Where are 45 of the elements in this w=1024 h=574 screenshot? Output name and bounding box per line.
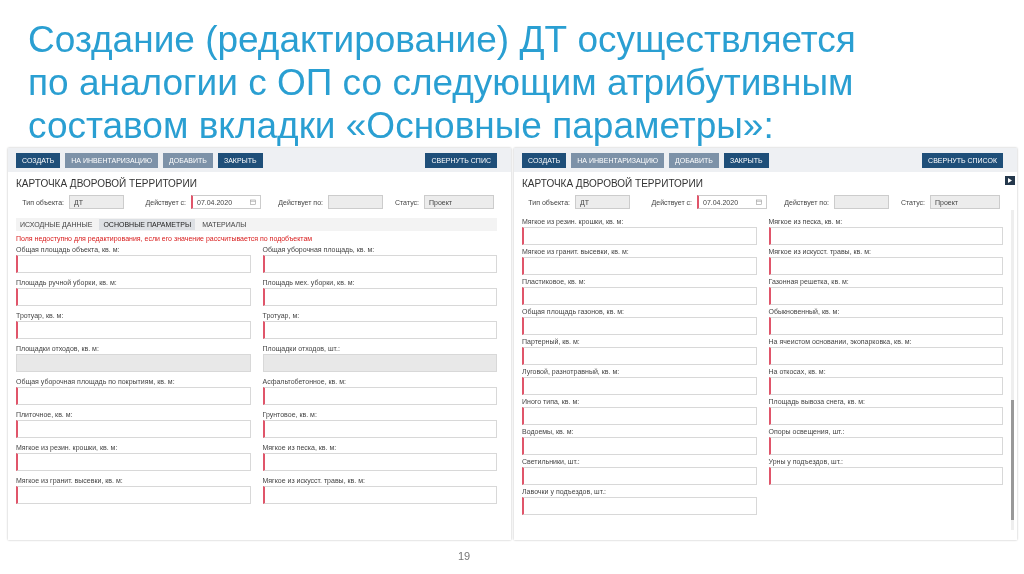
input-field[interactable] bbox=[262, 255, 497, 273]
input-field[interactable] bbox=[768, 347, 1003, 365]
input-field[interactable] bbox=[768, 377, 1003, 395]
input-field[interactable] bbox=[262, 486, 497, 504]
calendar-icon bbox=[756, 199, 762, 205]
input-field[interactable] bbox=[522, 257, 757, 275]
panel-toggle-button[interactable] bbox=[1005, 176, 1015, 185]
input-field[interactable] bbox=[16, 453, 251, 471]
input-field[interactable] bbox=[522, 317, 757, 335]
input-field[interactable] bbox=[522, 467, 757, 485]
input-field[interactable] bbox=[16, 387, 251, 405]
card-title: КАРТОЧКА ДВОРОВОЙ ТЕРРИТОРИИ bbox=[16, 178, 198, 189]
end-date-field[interactable] bbox=[834, 195, 889, 209]
input-field[interactable] bbox=[768, 437, 1003, 455]
input-field[interactable] bbox=[262, 420, 497, 438]
scrollbar[interactable] bbox=[1011, 210, 1014, 530]
scrollbar-thumb[interactable] bbox=[1011, 400, 1014, 520]
input-field[interactable] bbox=[522, 377, 757, 395]
input-field[interactable] bbox=[262, 453, 497, 471]
chevron-icon bbox=[1008, 178, 1012, 183]
input-field[interactable] bbox=[16, 420, 251, 438]
input-field[interactable] bbox=[768, 227, 1003, 245]
input-field[interactable] bbox=[262, 387, 497, 405]
input-field[interactable] bbox=[768, 407, 1003, 425]
calendar-icon bbox=[250, 199, 256, 205]
input-field[interactable] bbox=[522, 227, 757, 245]
page-number: 19 bbox=[458, 550, 471, 562]
input-field[interactable] bbox=[16, 486, 251, 504]
input-field[interactable] bbox=[16, 321, 251, 339]
input-field[interactable] bbox=[522, 407, 757, 425]
input-field[interactable] bbox=[768, 317, 1003, 335]
input-field[interactable] bbox=[522, 287, 757, 305]
end-date-field[interactable] bbox=[328, 195, 383, 209]
input-field[interactable] bbox=[768, 287, 1003, 305]
input-field[interactable] bbox=[768, 467, 1003, 485]
input-field[interactable] bbox=[768, 257, 1003, 275]
input-field[interactable] bbox=[16, 288, 251, 306]
input-field[interactable] bbox=[262, 288, 497, 306]
input-field[interactable] bbox=[16, 255, 251, 273]
card-title: КАРТОЧКА ДВОРОВОЙ ТЕРРИТОРИИ bbox=[522, 178, 704, 189]
input-field[interactable] bbox=[522, 347, 757, 365]
input-field[interactable] bbox=[522, 437, 757, 455]
input-field[interactable] bbox=[262, 321, 497, 339]
slide-title: Создание (редактирование) ДТ осуществляется по аналогии с ОП со следующим атрибутивным составом вкладки «Основные параметры»: bbox=[27, 18, 857, 148]
input-field[interactable] bbox=[522, 497, 757, 515]
